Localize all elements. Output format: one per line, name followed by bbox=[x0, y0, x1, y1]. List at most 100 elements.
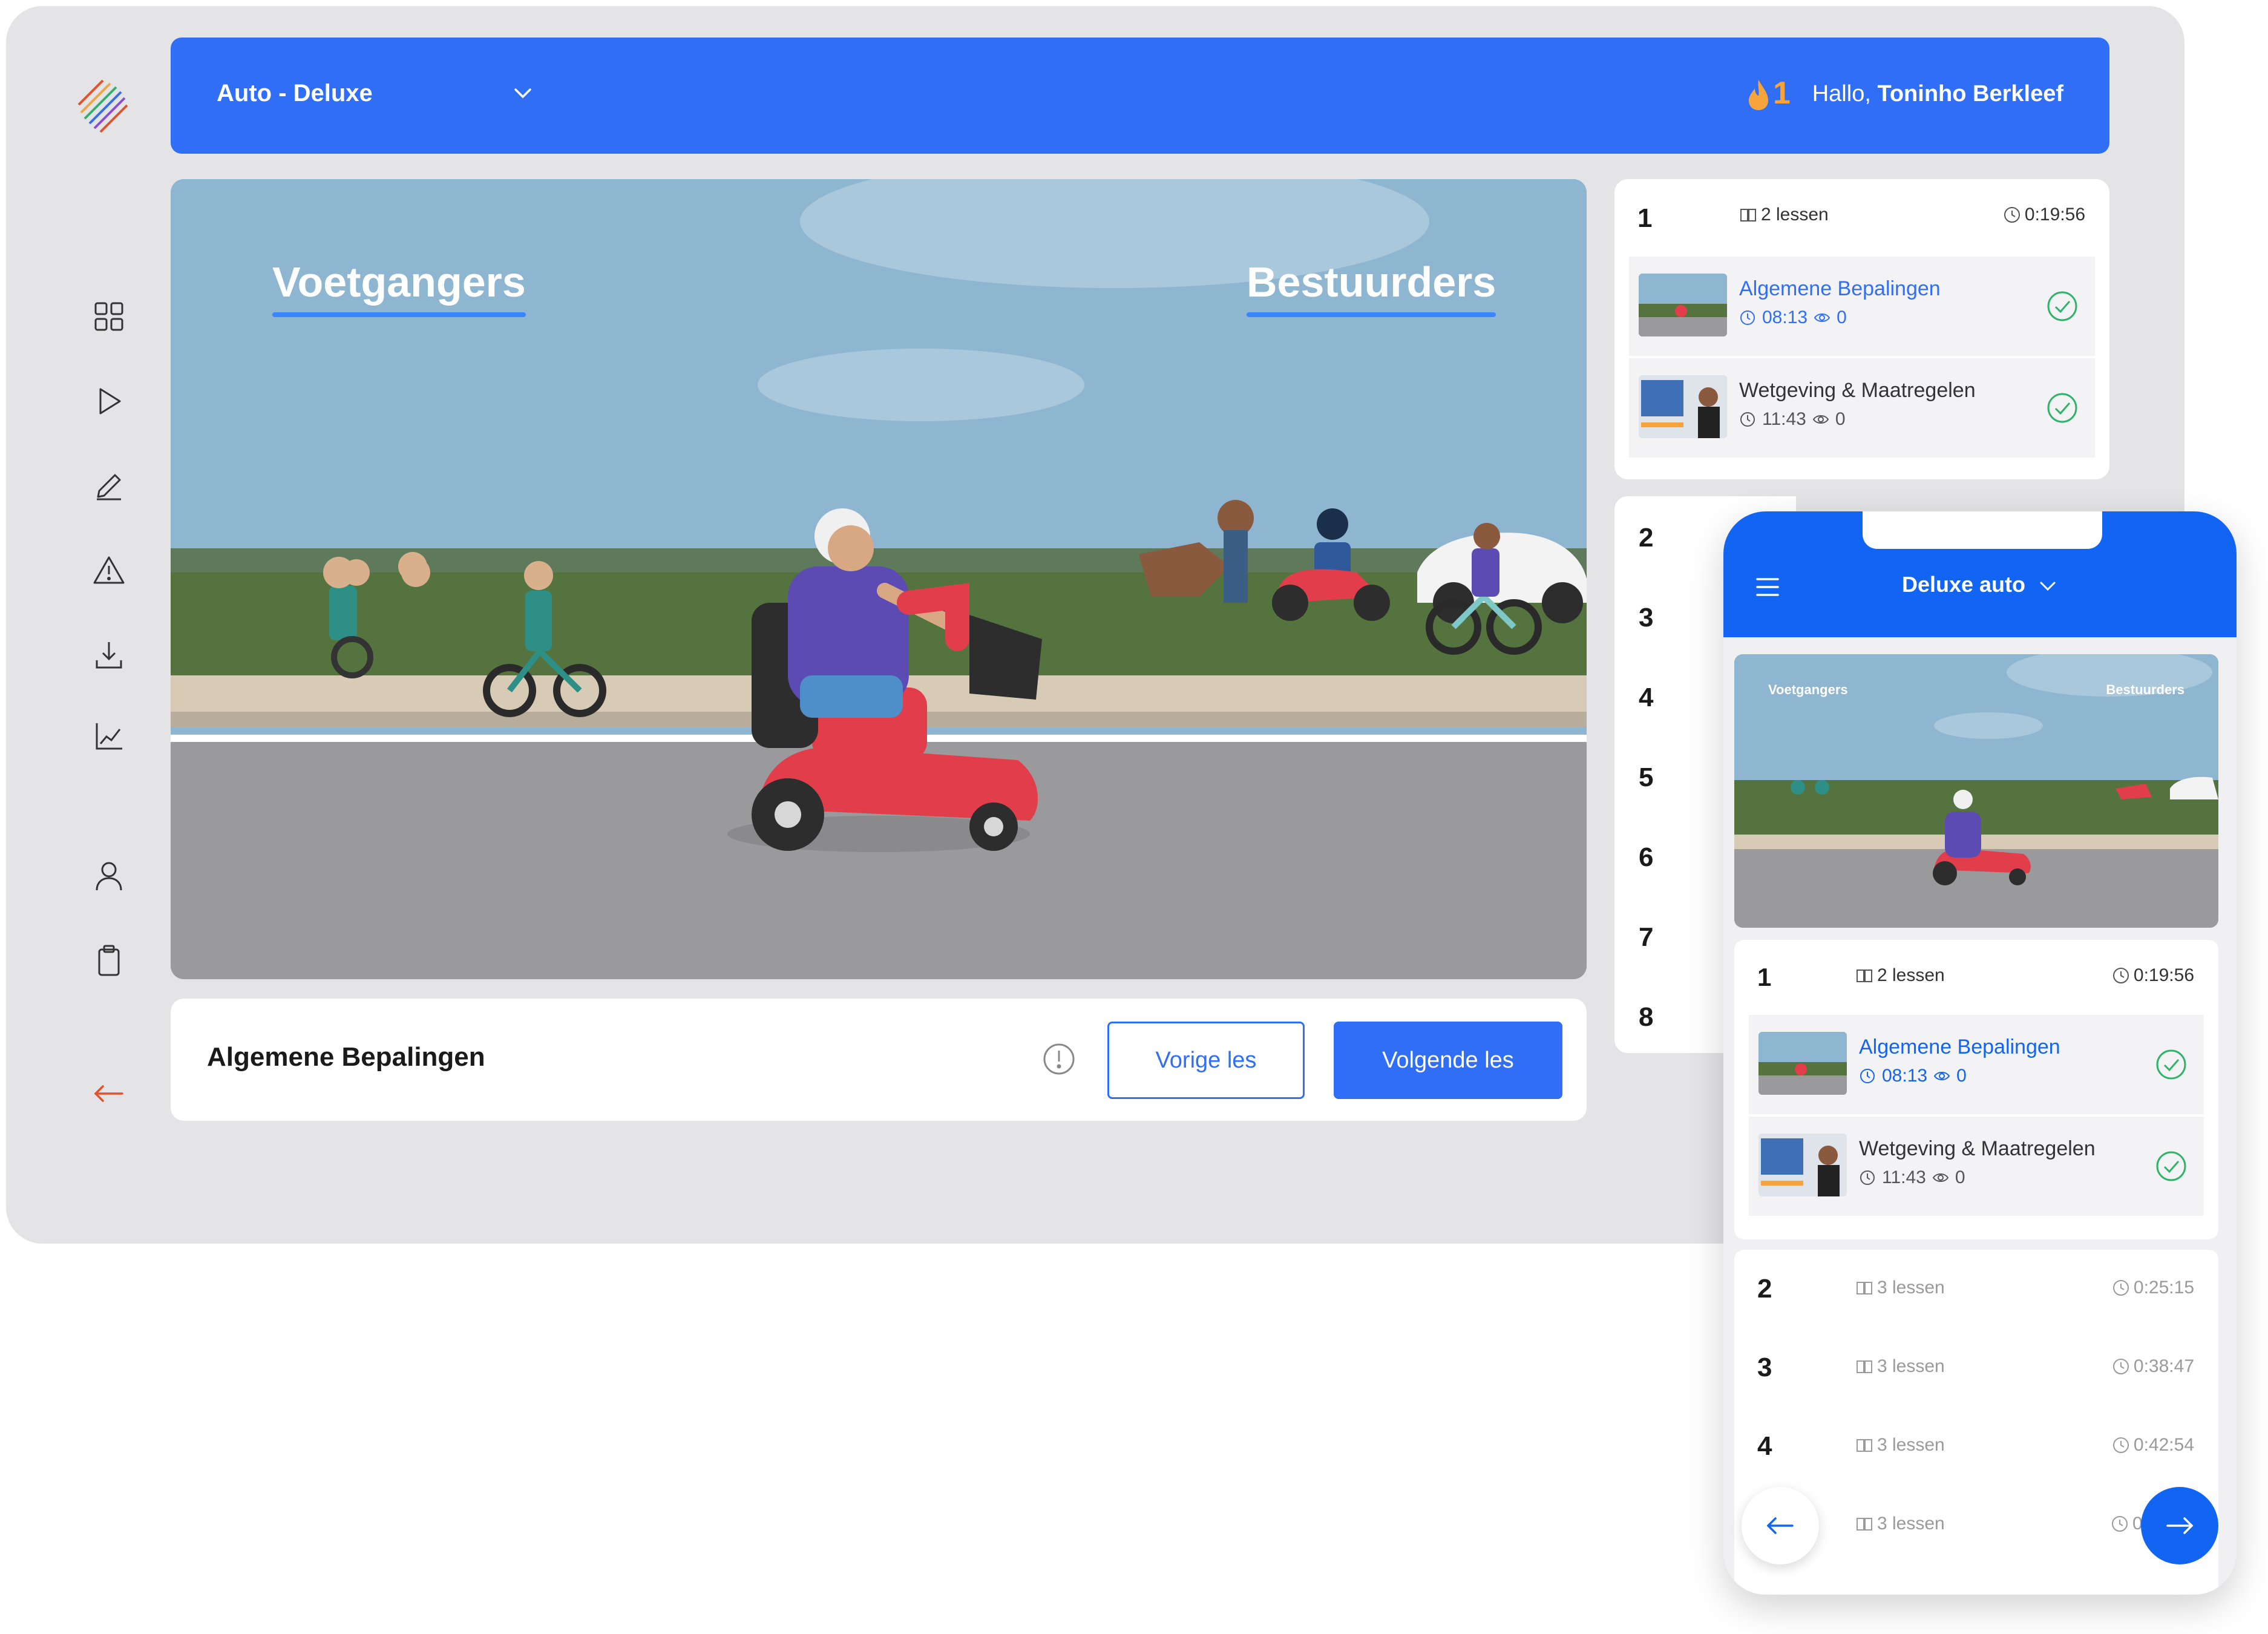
clock-icon bbox=[2112, 1437, 2129, 1453]
chapter-lessons-count: 3 lessen bbox=[1855, 1435, 1945, 1455]
completed-check-icon bbox=[2156, 1049, 2186, 1080]
chapter-number[interactable]: 4 bbox=[1639, 683, 1653, 713]
chevron-down-icon bbox=[2040, 582, 2056, 591]
book-icon bbox=[1857, 970, 1872, 982]
lesson-duration: 11:43 bbox=[1762, 409, 1806, 429]
chapter-number[interactable]: 8 bbox=[1639, 1002, 1653, 1032]
next-lesson-button[interactable]: Volgende les bbox=[1334, 1022, 1562, 1099]
lesson-item[interactable]: Wetgeving & Maatregelen 11:43 0 bbox=[1629, 358, 2095, 458]
lesson-duration: 08:13 bbox=[1762, 307, 1808, 327]
chapter-lessons-count: 3 lessen bbox=[1855, 1278, 1945, 1298]
chapter-row[interactable]: 3 3 lessen 0:38:47 bbox=[1734, 1353, 2218, 1407]
course-selector[interactable]: Auto - Deluxe bbox=[217, 80, 373, 107]
greeting-text: Hallo, bbox=[1812, 81, 1871, 107]
streak-count: 1 bbox=[1773, 76, 1791, 111]
chapter-duration: 0:42:54 bbox=[2112, 1435, 2194, 1455]
chapter-number: 3 bbox=[1757, 1353, 1772, 1382]
lesson-item[interactable]: Algemene Bepalingen 08:13 0 bbox=[1749, 1015, 2204, 1114]
chapter-number[interactable]: 5 bbox=[1639, 763, 1653, 793]
chapter-number: 1 bbox=[1757, 963, 1772, 991]
eye-icon bbox=[1814, 313, 1830, 322]
play-icon[interactable] bbox=[88, 380, 130, 422]
clipboard-icon[interactable] bbox=[88, 939, 130, 982]
lesson-item[interactable]: Algemene Bepalingen 08:13 0 bbox=[1629, 257, 2095, 356]
mobile-chapter-panel[interactable]: 1 2 lessen 0:19:56 Algemene Bepalingen 0… bbox=[1734, 940, 2218, 1239]
user-icon[interactable] bbox=[88, 855, 130, 897]
mobile-app-frame: Deluxe auto Voetgangers Bestuurders 1 2 … bbox=[1723, 511, 2237, 1595]
completed-check-icon bbox=[2156, 1151, 2186, 1181]
video-player[interactable]: Voetgangers Bestuurders bbox=[171, 179, 1587, 979]
lesson-stats: 11:43 0 bbox=[1739, 409, 1846, 430]
chapter-lessons-count: 2 lessen bbox=[1739, 205, 1829, 225]
lesson-item[interactable]: Wetgeving & Maatregelen 11:43 0 bbox=[1749, 1117, 2204, 1216]
chapter-duration: 0:19:56 bbox=[2112, 965, 2194, 986]
clock-icon bbox=[2112, 968, 2129, 983]
greeting[interactable]: Hallo, Toninho Berkleef bbox=[1812, 81, 2063, 107]
report-issue-icon[interactable] bbox=[1042, 1042, 1076, 1076]
app-logo[interactable] bbox=[73, 77, 133, 138]
lessons-count-text: 3 lessen bbox=[1877, 1278, 1945, 1298]
previous-button[interactable] bbox=[1742, 1487, 1819, 1564]
chevron-down-icon[interactable] bbox=[510, 80, 536, 107]
book-icon bbox=[1857, 1439, 1872, 1452]
completed-check-icon bbox=[2047, 393, 2077, 423]
mobile-course-text: Deluxe auto bbox=[1901, 572, 2026, 597]
clock-icon bbox=[2112, 1516, 2128, 1532]
underline bbox=[272, 312, 526, 317]
lesson-title: Algemene Bepalingen bbox=[207, 1042, 485, 1072]
next-button[interactable] bbox=[2141, 1487, 2218, 1564]
clock-icon bbox=[2112, 1359, 2129, 1374]
chapter-duration: 0:19:56 bbox=[2003, 205, 2085, 225]
chart-icon[interactable] bbox=[88, 715, 130, 758]
chapter-number: 4 bbox=[1757, 1431, 1772, 1461]
lessons-count-text: 2 lessen bbox=[1877, 965, 1945, 985]
duration-text: 0:42:54 bbox=[2133, 1435, 2194, 1455]
clock-icon bbox=[1860, 1170, 1875, 1185]
mobile-course-selector[interactable]: Deluxe auto bbox=[1723, 572, 2237, 597]
chapter-panel[interactable]: 1 2 lessen 0:19:56 Algemene Bepalingen 0… bbox=[1614, 179, 2109, 479]
lesson-thumbnail bbox=[1758, 1134, 1847, 1196]
book-icon bbox=[1857, 1360, 1872, 1373]
lesson-thumbnail bbox=[1758, 1032, 1847, 1095]
lesson-views: 0 bbox=[1835, 409, 1846, 429]
chapter-number[interactable]: 2 bbox=[1639, 523, 1653, 553]
eye-icon bbox=[1932, 1173, 1949, 1182]
chapter-number: 2 bbox=[1757, 1274, 1772, 1304]
logout-arrow-icon[interactable] bbox=[88, 1072, 130, 1115]
lessons-count-text: 3 lessen bbox=[1877, 1435, 1945, 1455]
chapter-number: 1 bbox=[1637, 203, 1653, 233]
lessons-count-text: 2 lessen bbox=[1761, 205, 1829, 225]
arrow-left-icon bbox=[1766, 1517, 1794, 1534]
pencil-icon[interactable] bbox=[88, 465, 130, 507]
lesson-title: Wetgeving & Maatregelen bbox=[1859, 1137, 2096, 1160]
chapter-number[interactable]: 6 bbox=[1639, 842, 1653, 873]
mobile-video-player[interactable]: Voetgangers Bestuurders bbox=[1734, 654, 2218, 928]
lesson-views: 0 bbox=[1955, 1167, 1965, 1187]
duration-text: 0:19:56 bbox=[2133, 965, 2194, 985]
lesson-stats: 11:43 0 bbox=[1859, 1167, 1965, 1188]
lesson-duration: 11:43 bbox=[1882, 1167, 1926, 1187]
warning-icon[interactable] bbox=[88, 550, 130, 592]
clock-icon bbox=[1740, 412, 1755, 427]
flame-icon bbox=[1749, 80, 1768, 110]
previous-lesson-button[interactable]: Vorige les bbox=[1107, 1022, 1305, 1099]
download-icon[interactable] bbox=[88, 634, 130, 677]
video-label-drivers: Bestuurders bbox=[1247, 258, 1496, 317]
chapter-row[interactable]: 4 3 lessen 0:42:54 bbox=[1734, 1431, 2218, 1486]
mobile-header: Deluxe auto bbox=[1723, 511, 2237, 637]
chapter-number[interactable]: 3 bbox=[1639, 603, 1653, 633]
lesson-views: 0 bbox=[1956, 1066, 1967, 1086]
dashboard-icon[interactable] bbox=[88, 295, 130, 338]
lesson-title: Algemene Bepalingen bbox=[1739, 277, 1941, 300]
clock-icon bbox=[2004, 207, 2020, 223]
lesson-stats: 08:13 0 bbox=[1859, 1066, 1967, 1086]
chapter-duration: 0:25:15 bbox=[2112, 1278, 2194, 1298]
user-name: Toninho Berkleef bbox=[1877, 81, 2063, 107]
chapter-lessons-count: 3 lessen bbox=[1855, 1514, 1945, 1534]
completed-check-icon bbox=[2047, 291, 2077, 321]
chapter-row[interactable]: 2 3 lessen 0:25:15 bbox=[1734, 1274, 2218, 1328]
chapter-duration: 0 bbox=[2111, 1514, 2143, 1534]
chapter-number[interactable]: 7 bbox=[1639, 922, 1653, 953]
phone-notch bbox=[1863, 511, 2102, 549]
eye-icon bbox=[1933, 1072, 1950, 1080]
